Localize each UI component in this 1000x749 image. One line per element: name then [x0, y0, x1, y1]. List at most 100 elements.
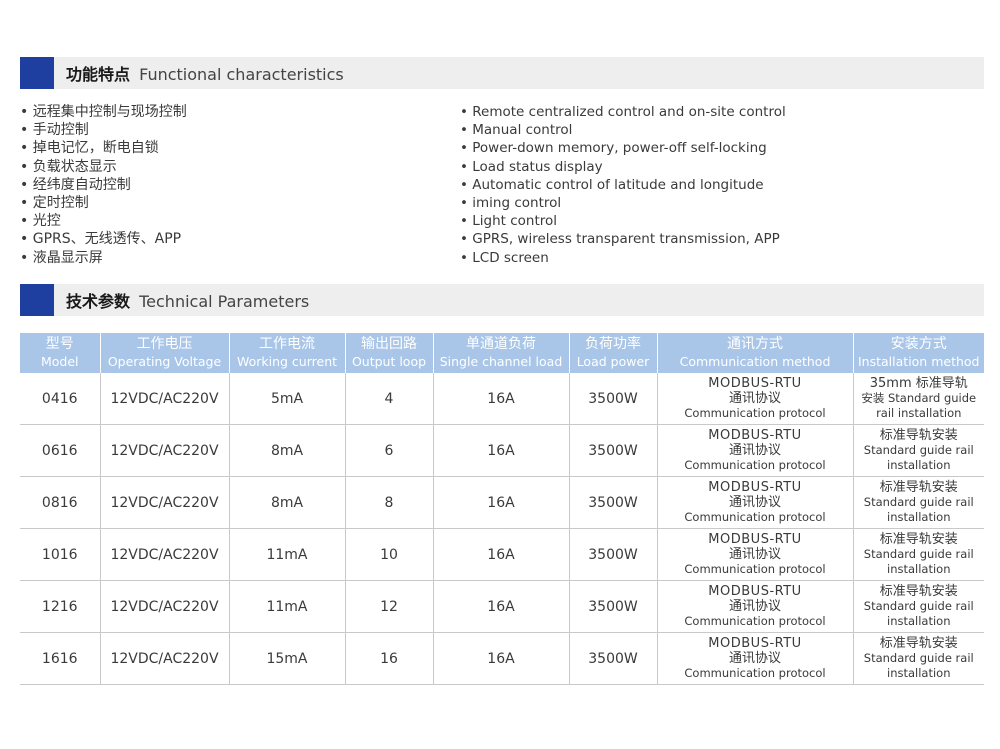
cell-comm: MODBUS-RTU 通讯协议 Communication protocol [657, 632, 854, 685]
cell-loop: 4 [345, 373, 434, 425]
comm-line: 通讯协议 [728, 547, 781, 562]
comm-line: Communication protocol [684, 614, 826, 628]
header-cn: 工作电流 [259, 336, 315, 352]
feature-item: 远程集中控制与现场控制 [20, 103, 187, 121]
feature-item: Remote centralized control and on-site c… [460, 103, 785, 121]
cell-power: 3500W [569, 580, 658, 633]
install-line: rail installation [876, 406, 962, 420]
cell-load: 16A [433, 476, 570, 529]
comm-line: MODBUS-RTU [708, 636, 802, 651]
table-row: 0416 12VDC/AC220V 5mA 4 16A 3500W MODBUS… [20, 373, 984, 425]
section-marker [20, 284, 54, 316]
cell-install: 标准导轨安装 Standard guide rail installation [853, 528, 984, 581]
cell-load: 16A [433, 580, 570, 633]
feature-item: Power-down memory, power-off self-lockin… [460, 139, 786, 157]
table-row: 1616 12VDC/AC220V 15mA 16 16A 3500W MODB… [20, 632, 984, 685]
install-line: Standard guide rail [863, 495, 974, 509]
feature-item: 经纬度自动控制 [20, 176, 187, 194]
feature-item: LCD screen [460, 249, 786, 267]
comm-line: 通讯协议 [728, 391, 781, 406]
cell-comm: MODBUS-RTU 通讯协议 Communication protocol [657, 476, 854, 529]
section-title: 功能特点 Functional characteristics [66, 61, 344, 85]
header-en: Single channel load [439, 354, 563, 369]
header-voltage: 工作电压 Operating Voltage [100, 333, 230, 373]
header-cn: 输出回路 [361, 336, 417, 352]
feature-item: GPRS, wireless transparent transmission,… [460, 230, 786, 248]
cell-model: 0616 [20, 424, 101, 477]
install-line: 标准导轨安装 [879, 428, 958, 443]
cell-comm: MODBUS-RTU 通讯协议 Communication protocol [657, 373, 854, 425]
install-line: installation [887, 666, 951, 680]
cell-load: 16A [433, 632, 570, 685]
feature-item: GPRS、无线透传、APP [20, 230, 187, 248]
cell-current: 8mA [229, 476, 346, 529]
comm-line: 通讯协议 [728, 443, 781, 458]
install-line: 标准导轨安装 [879, 584, 958, 599]
feature-item: Automatic control of latitude and longit… [460, 176, 786, 194]
cell-power: 3500W [569, 373, 658, 425]
comm-line: MODBUS-RTU [708, 584, 802, 599]
header-loop: 输出回路 Output loop [345, 333, 434, 373]
cell-install: 标准导轨安装 Standard guide rail installation [853, 632, 984, 685]
comm-line: 通讯协议 [728, 651, 781, 666]
cell-current: 11mA [229, 580, 346, 633]
header-cn: 通讯方式 [727, 336, 783, 352]
table-header-row: 型号 Model 工作电压 Operating Voltage 工作电流 Workin… [20, 333, 984, 373]
cell-load: 16A [433, 528, 570, 581]
feature-item: 掉电记忆，断电自锁 [20, 139, 187, 157]
header-cn: 单通道负荷 [466, 336, 536, 352]
header-cn: 型号 [45, 336, 74, 352]
cell-current: 8mA [229, 424, 346, 477]
section-marker [20, 57, 54, 89]
install-line: 标准导轨安装 [879, 636, 958, 651]
install-line: Standard guide rail [863, 599, 974, 613]
table-row: 1016 12VDC/AC220V 11mA 10 16A 3500W MODB… [20, 528, 984, 581]
cell-power: 3500W [569, 632, 658, 685]
cell-comm: MODBUS-RTU 通讯协议 Communication protocol [657, 580, 854, 633]
table-row: 0616 12VDC/AC220V 8mA 6 16A 3500W MODBUS… [20, 424, 984, 477]
cell-current: 11mA [229, 528, 346, 581]
header-load: 单通道负荷 Single channel load [433, 333, 570, 373]
install-line: installation [887, 562, 951, 576]
install-line: 标准导轨安装 [879, 532, 958, 547]
feature-item: 负载状态显示 [20, 158, 187, 176]
section-title-en: Technical Parameters [139, 292, 310, 311]
install-line: Standard guide rail [863, 651, 974, 665]
cell-install: 标准导轨安装 Standard guide rail installation [853, 476, 984, 529]
comm-line: MODBUS-RTU [708, 428, 802, 443]
cell-install: 标准导轨安装 Standard guide rail installation [853, 580, 984, 633]
comm-line: 通讯协议 [728, 599, 781, 614]
header-en: Working current [236, 354, 338, 369]
feature-item: 手动控制 [20, 121, 187, 139]
cell-loop: 12 [345, 580, 434, 633]
comm-line: Communication protocol [684, 510, 826, 524]
feature-list-cn: 远程集中控制与现场控制 手动控制 掉电记忆，断电自锁 负载状态显示 经纬度自动控… [20, 103, 187, 267]
cell-model: 0416 [20, 373, 101, 425]
cell-power: 3500W [569, 528, 658, 581]
cell-model: 0816 [20, 476, 101, 529]
cell-loop: 8 [345, 476, 434, 529]
comm-line: Communication protocol [684, 562, 826, 576]
section-title-en: Functional characteristics [139, 65, 344, 84]
feature-item: 液晶显示屏 [20, 249, 187, 267]
cell-voltage: 12VDC/AC220V [100, 424, 230, 477]
header-model: 型号 Model [20, 333, 101, 373]
install-line: 35mm 标准导轨 [869, 376, 968, 391]
cell-load: 16A [433, 424, 570, 477]
comm-line: Communication protocol [684, 666, 826, 680]
cell-comm: MODBUS-RTU 通讯协议 Communication protocol [657, 424, 854, 477]
feature-item: 定时控制 [20, 194, 187, 212]
comm-line: Communication protocol [684, 406, 826, 420]
cell-power: 3500W [569, 424, 658, 477]
comm-line: MODBUS-RTU [708, 532, 802, 547]
table-row: 1216 12VDC/AC220V 11mA 12 16A 3500W MODB… [20, 580, 984, 633]
section-title-cn: 功能特点 [66, 65, 131, 84]
install-line: 安装 Standard guide [861, 391, 977, 405]
header-en: Output loop [351, 354, 427, 369]
feature-item: 光控 [20, 212, 187, 230]
section-title-cn: 技术参数 [66, 292, 131, 311]
feature-item: Load status display [460, 158, 786, 176]
install-line: installation [887, 458, 951, 472]
header-install: 安装方式 Installation method [853, 333, 984, 373]
install-line: 标准导轨安装 [879, 480, 958, 495]
